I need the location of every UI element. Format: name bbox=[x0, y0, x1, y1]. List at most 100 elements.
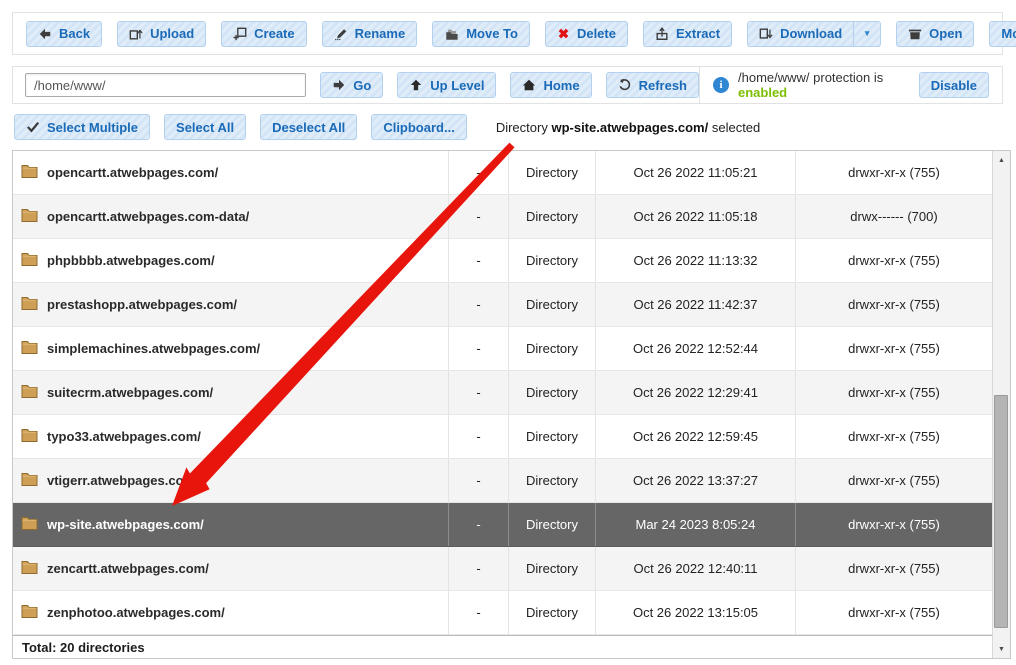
selection-bar: Select Multiple Select All Deselect All … bbox=[12, 112, 1003, 142]
more-button[interactable]: More... bbox=[989, 21, 1016, 47]
scroll-down-arrow-icon[interactable]: ▼ bbox=[993, 641, 1010, 657]
name-cell[interactable]: prestashopp.atwebpages.com/ bbox=[13, 283, 449, 326]
table-row[interactable]: phpbbbb.atwebpages.com/ - Directory Oct … bbox=[13, 239, 992, 283]
path-input[interactable] bbox=[25, 73, 306, 97]
create-button-label: Create bbox=[254, 26, 294, 41]
dir-name: suitecrm.atwebpages.com/ bbox=[47, 385, 213, 400]
back-button[interactable]: Back bbox=[26, 21, 102, 47]
download-icon bbox=[759, 27, 773, 41]
open-icon bbox=[908, 27, 922, 41]
scroll-up-arrow-icon[interactable]: ▲ bbox=[993, 152, 1010, 168]
cell-size: - bbox=[449, 239, 509, 282]
dir-name: simplemachines.atwebpages.com/ bbox=[47, 341, 260, 356]
go-button-label: Go bbox=[353, 78, 371, 93]
table-row[interactable]: opencartt.atwebpages.com/ - Directory Oc… bbox=[13, 151, 992, 195]
refresh-button-label: Refresh bbox=[639, 78, 687, 93]
extract-button[interactable]: Extract bbox=[643, 21, 732, 47]
cell-modified: Oct 26 2022 12:52:44 bbox=[596, 327, 796, 370]
dir-name: prestashopp.atwebpages.com/ bbox=[47, 297, 237, 312]
home-button-label: Home bbox=[543, 78, 579, 93]
select-multiple-label: Select Multiple bbox=[47, 120, 138, 135]
cell-type: Directory bbox=[509, 547, 596, 590]
clipboard-button[interactable]: Clipboard... bbox=[371, 114, 467, 140]
open-button[interactable]: Open bbox=[896, 21, 974, 47]
move-to-button[interactable]: Move To bbox=[432, 21, 530, 47]
main-toolbar: Back Upload Create Rename Move To Delete… bbox=[12, 12, 1003, 55]
folder-icon bbox=[21, 340, 38, 357]
cell-modified: Oct 26 2022 12:59:45 bbox=[596, 415, 796, 458]
name-cell[interactable]: zencartt.atwebpages.com/ bbox=[13, 547, 449, 590]
home-button[interactable]: Home bbox=[510, 72, 591, 98]
cell-modified: Oct 26 2022 11:05:18 bbox=[596, 195, 796, 238]
upload-icon bbox=[129, 27, 143, 41]
download-dropdown-button[interactable]: ▾ bbox=[854, 21, 881, 47]
cell-type: Directory bbox=[509, 503, 596, 546]
folder-icon bbox=[21, 516, 38, 533]
table-row[interactable]: typo33.atwebpages.com/ - Directory Oct 2… bbox=[13, 415, 992, 459]
name-cell[interactable]: vtigerr.atwebpages.com/ bbox=[13, 459, 449, 502]
cell-type: Directory bbox=[509, 195, 596, 238]
up-level-button[interactable]: Up Level bbox=[397, 72, 496, 98]
table-row[interactable]: suitecrm.atwebpages.com/ - Directory Oct… bbox=[13, 371, 992, 415]
delete-button-label: Delete bbox=[577, 26, 616, 41]
move-folder-icon bbox=[444, 27, 459, 41]
download-button-label: Download bbox=[780, 26, 842, 41]
select-all-button[interactable]: Select All bbox=[164, 114, 246, 140]
name-cell[interactable]: opencartt.atwebpages.com/ bbox=[13, 151, 449, 194]
name-cell[interactable]: simplemachines.atwebpages.com/ bbox=[13, 327, 449, 370]
table-row[interactable]: wp-site.atwebpages.com/ - Directory Mar … bbox=[13, 503, 992, 547]
folder-icon bbox=[21, 384, 38, 401]
clipboard-label: Clipboard... bbox=[383, 120, 455, 135]
rename-button[interactable]: Rename bbox=[322, 21, 418, 47]
scrollbar-thumb[interactable] bbox=[994, 395, 1008, 628]
dir-name: wp-site.atwebpages.com/ bbox=[47, 517, 204, 532]
cell-size: - bbox=[449, 459, 509, 502]
file-list-panel: opencartt.atwebpages.com/ - Directory Oc… bbox=[12, 150, 1011, 659]
vertical-scrollbar[interactable]: ▲ ▼ bbox=[992, 151, 1010, 658]
download-split-button: Download ▾ bbox=[747, 21, 881, 47]
deselect-all-button[interactable]: Deselect All bbox=[260, 114, 357, 140]
cell-size: - bbox=[449, 591, 509, 634]
table-row[interactable]: opencartt.atwebpages.com-data/ - Directo… bbox=[13, 195, 992, 239]
cell-size: - bbox=[449, 327, 509, 370]
select-multiple-button[interactable]: Select Multiple bbox=[14, 114, 150, 140]
refresh-icon bbox=[618, 78, 632, 92]
cell-perms: drwxr-xr-x (755) bbox=[796, 415, 992, 458]
cell-type: Directory bbox=[509, 591, 596, 634]
disable-protection-button[interactable]: Disable bbox=[919, 72, 989, 98]
cell-modified: Mar 24 2023 8:05:24 bbox=[596, 503, 796, 546]
table-row[interactable]: zenphotoo.atwebpages.com/ - Directory Oc… bbox=[13, 591, 992, 635]
name-cell[interactable]: opencartt.atwebpages.com-data/ bbox=[13, 195, 449, 238]
name-cell[interactable]: zenphotoo.atwebpages.com/ bbox=[13, 591, 449, 634]
refresh-button[interactable]: Refresh bbox=[606, 72, 699, 98]
cell-type: Directory bbox=[509, 371, 596, 414]
back-arrow-icon bbox=[38, 27, 52, 41]
cell-type: Directory bbox=[509, 283, 596, 326]
table-row[interactable]: zencartt.atwebpages.com/ - Directory Oct… bbox=[13, 547, 992, 591]
name-cell[interactable]: wp-site.atwebpages.com/ bbox=[13, 503, 449, 546]
cell-perms: drwxr-xr-x (755) bbox=[796, 459, 992, 502]
dir-name: zenphotoo.atwebpages.com/ bbox=[47, 605, 225, 620]
back-button-label: Back bbox=[59, 26, 90, 41]
create-button[interactable]: Create bbox=[221, 21, 306, 47]
cell-size: - bbox=[449, 415, 509, 458]
go-button[interactable]: Go bbox=[320, 72, 383, 98]
table-row[interactable]: prestashopp.atwebpages.com/ - Directory … bbox=[13, 283, 992, 327]
table-row[interactable]: vtigerr.atwebpages.com/ - Directory Oct … bbox=[13, 459, 992, 503]
delete-button[interactable]: Delete bbox=[545, 21, 628, 47]
name-cell[interactable]: suitecrm.atwebpages.com/ bbox=[13, 371, 449, 414]
name-cell[interactable]: typo33.atwebpages.com/ bbox=[13, 415, 449, 458]
name-cell[interactable]: phpbbbb.atwebpages.com/ bbox=[13, 239, 449, 282]
cell-type: Directory bbox=[509, 239, 596, 282]
cell-modified: Oct 26 2022 12:40:11 bbox=[596, 547, 796, 590]
file-table-body: opencartt.atwebpages.com/ - Directory Oc… bbox=[13, 151, 992, 658]
table-row[interactable]: simplemachines.atwebpages.com/ - Directo… bbox=[13, 327, 992, 371]
download-button[interactable]: Download bbox=[747, 21, 854, 47]
protection-section: i /home/www/ protection is enabled Disab… bbox=[700, 67, 1002, 103]
cell-perms: drwxr-xr-x (755) bbox=[796, 503, 992, 546]
folder-icon bbox=[21, 472, 38, 489]
move-to-button-label: Move To bbox=[466, 26, 518, 41]
folder-icon bbox=[21, 252, 38, 269]
upload-button[interactable]: Upload bbox=[117, 21, 206, 47]
path-section: Go Up Level Home Refresh bbox=[13, 67, 700, 103]
